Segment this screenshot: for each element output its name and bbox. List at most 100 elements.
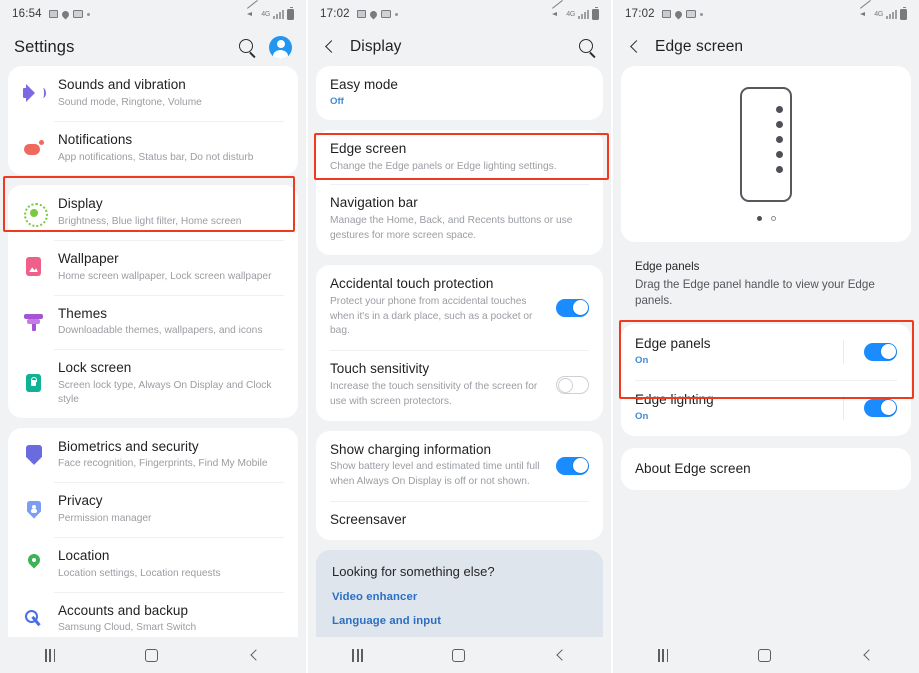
dot-icon — [86, 12, 90, 16]
list-item-screensaver[interactable]: Screensaver — [316, 500, 603, 540]
note-description: Drag the Edge panel handle to view your … — [635, 278, 875, 308]
list-item-about-edge-screen[interactable]: About Edge screen — [621, 448, 911, 491]
edge-toggle-group: Edge panels On Edge lighting On — [621, 323, 911, 436]
display-settings-list[interactable]: Easy mode Off Edge screen Change the Edg… — [308, 66, 611, 637]
list-item-charging-info[interactable]: Show charging information Show battery l… — [316, 431, 603, 501]
display-group-2: Edge screen Change the Edge panels or Ed… — [316, 129, 603, 255]
back-icon[interactable] — [554, 649, 567, 662]
camera-icon — [685, 10, 696, 18]
list-item-navigation-bar[interactable]: Navigation bar Manage the Home, Back, an… — [316, 184, 603, 254]
toggle-divider — [843, 395, 844, 420]
page-title: Settings — [14, 37, 75, 56]
sidebar-item-wallpaper[interactable]: Wallpaper Home screen wallpaper, Lock sc… — [8, 239, 298, 295]
status-bar-right: 4G — [247, 6, 294, 20]
item-title: Edge panels — [635, 335, 711, 351]
list-item-touch-sensitivity[interactable]: Touch sensitivity Increase the touch sen… — [316, 350, 603, 420]
item-subtitle: Show battery level and estimated time un… — [330, 461, 540, 488]
list-item-easy-mode[interactable]: Easy mode Off — [316, 66, 603, 120]
item-subtitle: Change the Edge panels or Edge lighting … — [330, 160, 557, 172]
page-title: Display — [350, 38, 402, 55]
back-chevron-icon[interactable] — [322, 39, 338, 55]
navigation-bar — [308, 637, 611, 673]
list-item-accidental-touch[interactable]: Accidental touch protection Protect your… — [316, 265, 603, 350]
item-title: Privacy — [58, 493, 103, 509]
list-item-edge-screen[interactable]: Edge screen Change the Edge panels or Ed… — [316, 130, 603, 185]
page-dot[interactable] — [770, 216, 776, 221]
back-chevron-icon[interactable] — [627, 39, 643, 55]
item-title: Lock screen — [58, 360, 132, 376]
navigation-bar — [0, 637, 306, 673]
status-bar: 17:02 4G — [308, 0, 611, 28]
item-title: Touch sensitivity — [330, 361, 430, 377]
status-bar-left: 17:02 — [320, 8, 398, 20]
sidebar-item-notifications[interactable]: Notifications App notifications, Status … — [8, 120, 298, 176]
sidebar-item-sounds[interactable]: Sounds and vibration Sound mode, Rington… — [8, 66, 298, 121]
page-dot-active[interactable] — [756, 216, 762, 221]
dot-icon — [394, 12, 398, 16]
toggle-divider — [843, 339, 844, 364]
photo-icon — [48, 10, 58, 18]
navigation-bar — [613, 637, 919, 673]
search-icon[interactable] — [578, 38, 597, 57]
item-title: Wallpaper — [58, 250, 119, 266]
shield-icon — [22, 443, 46, 467]
search-icon[interactable] — [238, 38, 257, 57]
recents-icon[interactable] — [657, 648, 669, 662]
battery-icon — [287, 6, 294, 20]
edge-handle-dots — [776, 106, 783, 173]
home-icon[interactable] — [758, 648, 772, 662]
back-icon[interactable] — [861, 649, 874, 662]
account-avatar[interactable] — [269, 35, 292, 59]
photo-icon — [356, 10, 366, 18]
recents-icon[interactable] — [352, 648, 363, 662]
sidebar-item-biometrics[interactable]: Biometrics and security Face recognition… — [8, 428, 298, 483]
home-icon[interactable] — [451, 648, 465, 662]
list-item-edge-lighting[interactable]: Edge lighting On — [621, 379, 911, 436]
link-video-enhancer[interactable]: Video enhancer — [332, 591, 587, 603]
item-subtitle: Off — [330, 95, 344, 107]
sun-icon — [22, 201, 48, 227]
4g-icon: 4G — [874, 10, 883, 18]
sidebar-item-location[interactable]: Location Location settings, Location req… — [8, 536, 298, 592]
sidebar-item-lock-screen[interactable]: Lock screen Screen lock type, Always On … — [8, 349, 298, 417]
item-title: Edge screen — [330, 140, 407, 156]
recents-icon[interactable] — [44, 648, 56, 662]
settings-group-1: Sounds and vibration Sound mode, Rington… — [8, 66, 298, 176]
item-title: Accidental touch protection — [330, 275, 494, 291]
status-bar-left: 16:54 — [12, 8, 90, 20]
pin-icon — [673, 9, 684, 19]
sidebar-item-themes[interactable]: Themes Downloadable themes, wallpapers, … — [8, 294, 298, 350]
item-title: Navigation bar — [330, 195, 418, 211]
home-icon[interactable] — [145, 648, 159, 662]
mute-icon — [860, 9, 871, 19]
toggle-accidental-touch[interactable] — [556, 298, 589, 317]
list-item-edge-panels[interactable]: Edge panels On — [621, 324, 911, 380]
looking-for-something-else-card: Looking for something else? Video enhanc… — [316, 549, 603, 637]
toggle-charging-info[interactable] — [556, 456, 589, 475]
item-title: About Edge screen — [635, 460, 751, 476]
item-title: Screensaver — [330, 511, 407, 527]
preview-page-dots[interactable] — [756, 216, 776, 221]
toggle-edge-panels[interactable] — [864, 342, 897, 361]
display-group-1: Easy mode Off — [316, 66, 603, 120]
signal-icon — [578, 9, 589, 19]
settings-list[interactable]: Sounds and vibration Sound mode, Rington… — [0, 66, 306, 637]
toggle-touch-sensitivity[interactable] — [556, 376, 589, 395]
item-subtitle: Home screen wallpaper, Lock screen wallp… — [58, 270, 272, 282]
item-subtitle: Location settings, Location requests — [58, 567, 221, 579]
sidebar-item-accounts[interactable]: Accounts and backup Samsung Cloud, Smart… — [8, 591, 298, 637]
back-icon[interactable] — [248, 649, 261, 662]
sidebar-item-display[interactable]: Display Brightness, Blue light filter, H… — [8, 185, 298, 240]
brush-icon — [22, 310, 46, 334]
item-title: Location — [58, 547, 110, 563]
item-subtitle: Samsung Cloud, Smart Switch — [58, 622, 197, 634]
toggle-edge-lighting[interactable] — [864, 398, 897, 417]
edge-screen-content[interactable]: Edge panels Drag the Edge panel handle t… — [613, 66, 919, 637]
item-subtitle: Permission manager — [58, 513, 152, 525]
link-language-and-input[interactable]: Language and input — [332, 615, 587, 627]
hint-title: Looking for something else? — [332, 563, 495, 579]
edge-preview-card — [621, 66, 911, 242]
display-group-4: Show charging information Show battery l… — [316, 430, 603, 540]
item-subtitle: App notifications, Status bar, Do not di… — [58, 151, 254, 163]
sidebar-item-privacy[interactable]: Privacy Permission manager — [8, 482, 298, 537]
